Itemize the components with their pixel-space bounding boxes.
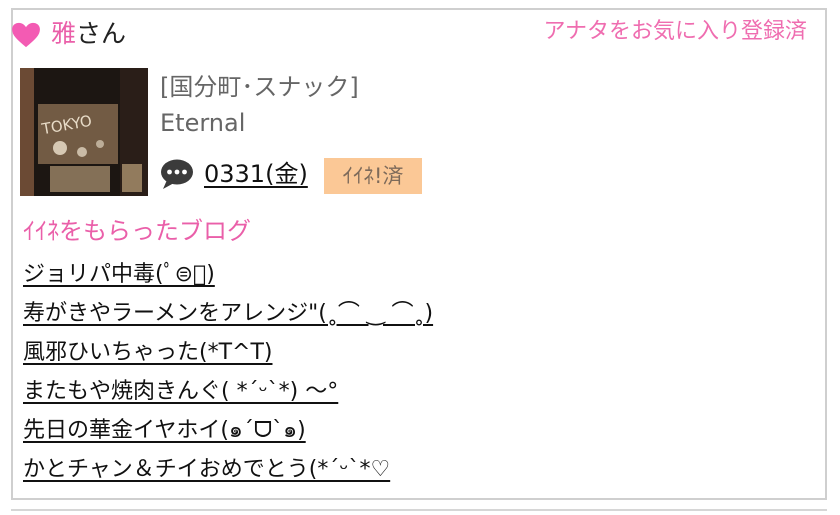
user-name[interactable]: 雅さん bbox=[51, 18, 126, 50]
user-name-text[interactable]: 雅 bbox=[51, 19, 76, 48]
speech-bubble-icon bbox=[161, 159, 193, 189]
shop-area-type: [国分町･スナック] bbox=[160, 73, 359, 101]
list-item: 寿がきやラーメンをアレンジ"(˳⌒ ‿ ⌒˳) bbox=[23, 297, 433, 336]
liked-blogs-heading: ｲｲﾈをもらったブログ bbox=[23, 217, 251, 245]
shop-info: [国分町･スナック] Eternal bbox=[160, 70, 359, 140]
blog-post-link[interactable]: 寿がきやラーメンをアレンジ"(˳⌒ ‿ ⌒˳) bbox=[23, 301, 433, 326]
visit-row: 0331(金) ｲｲﾈ!済 bbox=[160, 156, 560, 196]
heart-icon bbox=[12, 22, 40, 48]
iine-status-badge: ｲｲﾈ!済 bbox=[324, 158, 422, 194]
list-item: またもや焼肉きんぐ( *´ᵕ`*) 〜° bbox=[23, 375, 433, 414]
card-header: 雅さん アナタをお気に入り登録済 bbox=[11, 14, 807, 54]
favorite-status: アナタをお気に入り登録済 bbox=[543, 19, 807, 44]
blog-post-link[interactable]: かとチャン＆チイおめでとう(*´ᵕ`*♡ bbox=[23, 457, 390, 482]
bottle-image: TOKYO bbox=[20, 68, 148, 196]
blog-post-link[interactable]: ジョリパ中毒(ﾟ⊜ﾟ) bbox=[23, 262, 215, 287]
blog-post-link[interactable]: またもや焼肉きんぐ( *´ᵕ`*) 〜° bbox=[23, 379, 338, 404]
liked-blog-list: ジョリパ中毒(ﾟ⊜ﾟ) 寿がきやラーメンをアレンジ"(˳⌒ ‿ ⌒˳) 風邪ひい… bbox=[23, 258, 433, 492]
honorific: さん bbox=[76, 19, 127, 48]
divider bbox=[11, 509, 827, 511]
visit-date-link[interactable]: 0331(金) bbox=[204, 156, 308, 192]
blog-post-link[interactable]: 先日の華金イヤホイ(๑´ᗜ`๑) bbox=[23, 418, 306, 443]
list-item: 先日の華金イヤホイ(๑´ᗜ`๑) bbox=[23, 414, 433, 453]
shop-name[interactable]: Eternal bbox=[160, 106, 359, 140]
blog-post-link[interactable]: 風邪ひいちゃった(*T^T) bbox=[23, 340, 272, 365]
list-item: ジョリパ中毒(ﾟ⊜ﾟ) bbox=[23, 258, 433, 297]
list-item: 風邪ひいちゃった(*T^T) bbox=[23, 336, 433, 375]
shop-thumbnail[interactable]: TOKYO bbox=[20, 68, 148, 196]
list-item: かとチャン＆チイおめでとう(*´ᵕ`*♡ bbox=[23, 453, 433, 492]
